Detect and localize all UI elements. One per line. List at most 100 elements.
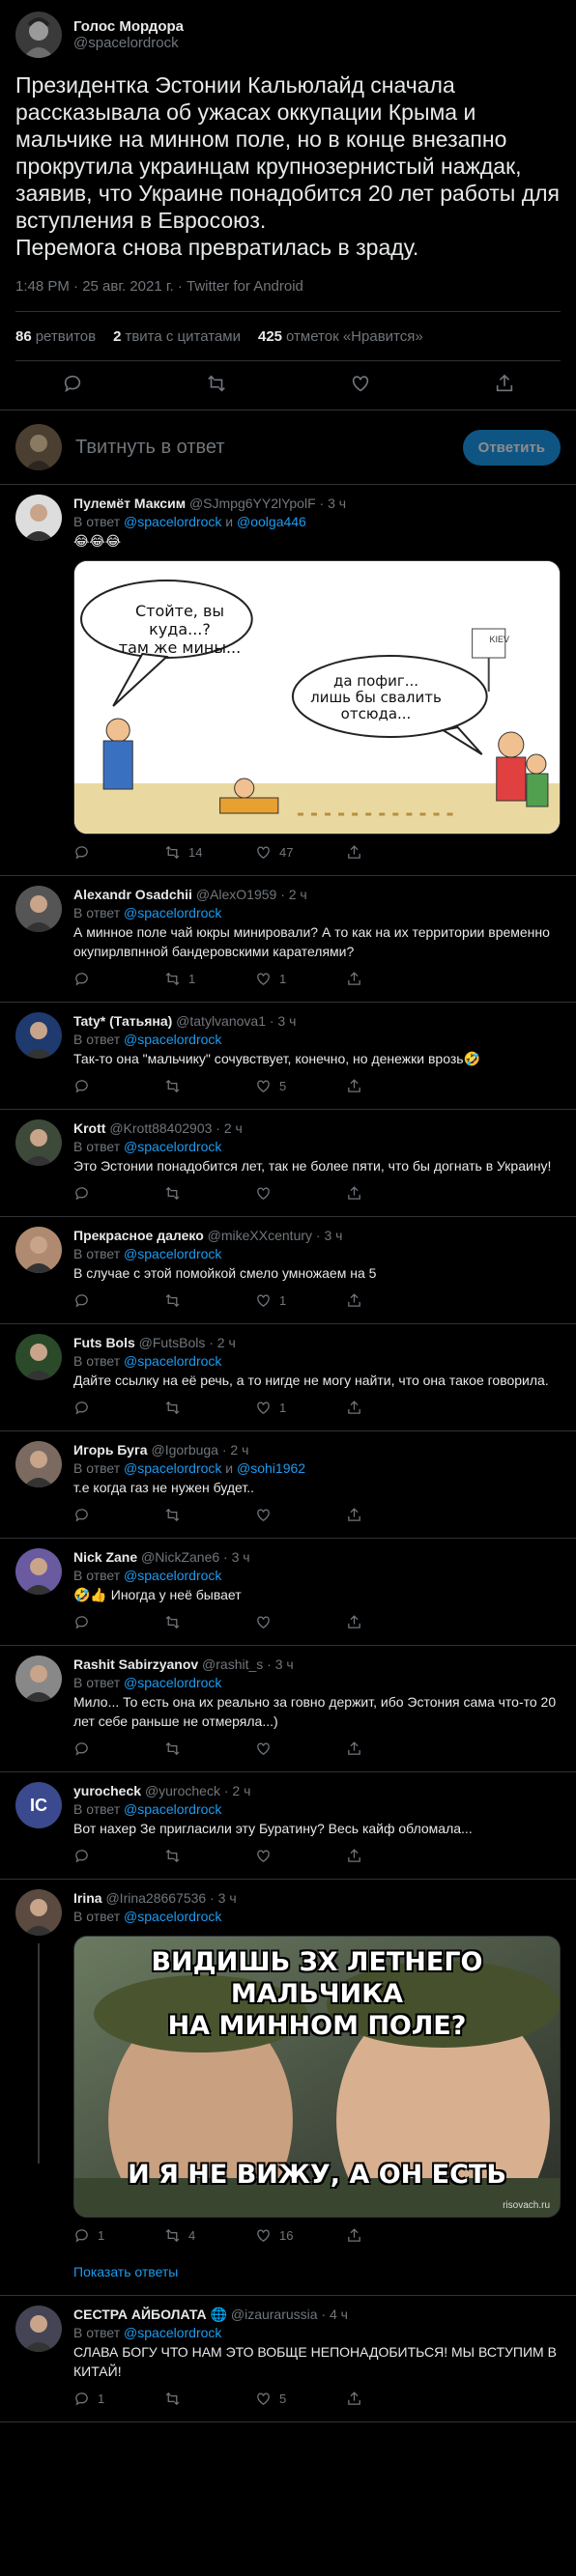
reply-to-link[interactable]: @spacelordrock (124, 1353, 221, 1369)
reply-author-name[interactable]: Rashit Sabirzyanov (73, 1656, 198, 1672)
reply-tweet[interactable]: Игорь Буга @Igorbuga · 2 ч В ответ @spac… (0, 1431, 576, 1538)
author-avatar[interactable] (15, 12, 62, 58)
reply-share-button[interactable] (346, 1848, 370, 1864)
reply-input[interactable]: Твитнуть в ответ (75, 437, 463, 459)
reply-to-link[interactable]: @spacelordrock (124, 1246, 221, 1261)
reply-tweet[interactable]: Krott @Krott88402903 · 2 ч В ответ @spac… (0, 1110, 576, 1216)
reply-avatar[interactable] (15, 1889, 62, 1936)
reply-reply-button[interactable] (73, 1292, 164, 1309)
reply-to-link[interactable]: @spacelordrock (124, 905, 221, 920)
reply-author-name[interactable]: Прекрасное далеко (73, 1228, 204, 1243)
reply-avatar[interactable] (15, 495, 62, 541)
reply-like-button[interactable]: 5 (255, 2391, 346, 2407)
reply-like-button[interactable] (255, 1507, 346, 1523)
reply-author-handle[interactable]: @Irina28667536 · 3 ч (105, 1890, 236, 1906)
reply-author-name[interactable]: СЕСТРА АЙБОЛАТА 🌐 (73, 2307, 227, 2322)
reply-to-link[interactable]: @spacelordrock (124, 1032, 221, 1047)
reply-to-link[interactable]: @spacelordrock (124, 1568, 221, 1583)
reply-retweet-button[interactable] (164, 1614, 255, 1630)
reply-avatar[interactable] (15, 1227, 62, 1273)
reply-reply-button[interactable] (73, 1614, 164, 1630)
reply-retweet-button[interactable] (164, 2391, 255, 2407)
reply-retweet-button[interactable] (164, 1400, 255, 1416)
reply-share-button[interactable] (346, 1614, 370, 1630)
reply-author-name[interactable]: Игорь Буга (73, 1442, 148, 1458)
reply-share-button[interactable] (346, 1507, 370, 1523)
author-handle[interactable]: @spacelordrock (73, 35, 184, 51)
reply-retweet-button[interactable]: 4 (164, 2227, 255, 2244)
reply-to-link[interactable]: @spacelordrock (124, 2325, 221, 2340)
reply-to-link[interactable]: @spacelordrock (124, 1909, 221, 1924)
reply-tweet[interactable]: СЕСТРА АЙБОЛАТА 🌐 @izaurarussia · 4 ч В … (0, 2296, 576, 2421)
reply-reply-button[interactable] (73, 1741, 164, 1757)
reply-to-link-2[interactable]: @oolga446 (237, 514, 306, 529)
like-icon[interactable] (350, 373, 371, 399)
reply-author-name[interactable]: Futs Bols (73, 1335, 135, 1350)
reply-like-button[interactable] (255, 1741, 346, 1757)
reply-to-link[interactable]: @spacelordrock (124, 1801, 221, 1817)
reply-author-handle[interactable]: @rashit_s · 3 ч (202, 1656, 294, 1672)
reply-author-handle[interactable]: @Igorbuga · 2 ч (151, 1442, 248, 1458)
likes-stat[interactable]: 425 отметок «Нравится» (258, 328, 423, 345)
reply-reply-button[interactable]: 1 (73, 2227, 164, 2244)
reply-like-button[interactable]: 5 (255, 1078, 346, 1094)
reply-like-button[interactable]: 16 (255, 2227, 346, 2244)
reply-tweet[interactable]: Прекрасное далеко @mikeXXcentury · 3 ч В… (0, 1217, 576, 1323)
reply-retweet-button[interactable]: 1 (164, 971, 255, 987)
reply-retweet-button[interactable] (164, 1507, 255, 1523)
reply-author-name[interactable]: Nick Zane (73, 1549, 137, 1565)
meme-image[interactable]: ВИДИШЬ ЗХ ЛЕТНЕГО МАЛЬЧИКА НА МИННОМ ПОЛ… (73, 1936, 561, 2218)
reply-reply-button[interactable] (73, 1848, 164, 1864)
reply-retweet-button[interactable] (164, 1848, 255, 1864)
reply-reply-button[interactable]: 1 (73, 2391, 164, 2407)
reply-retweet-button[interactable]: 14 (164, 844, 255, 861)
reply-tweet[interactable]: Alexandr Osadchii @AlexO1959 · 2 ч В отв… (0, 876, 576, 1002)
reply-tweet[interactable]: IC yurocheck @yurocheck · 2 ч В ответ @s… (0, 1772, 576, 1879)
reply-to-link[interactable]: @spacelordrock (124, 1139, 221, 1154)
reply-avatar[interactable]: IC (15, 1782, 62, 1828)
reply-like-button[interactable]: 1 (255, 1400, 346, 1416)
reply-button[interactable]: Ответить (462, 429, 561, 466)
reply-tweet[interactable]: Rashit Sabirzyanov @rashit_s · 3 ч В отв… (0, 1646, 576, 1771)
reply-reply-button[interactable] (73, 844, 164, 861)
reply-tweet[interactable]: Futs Bols @FutsBols · 2 ч В ответ @space… (0, 1324, 576, 1430)
reply-author-name[interactable]: yurocheck (73, 1783, 141, 1798)
reply-author-handle[interactable]: @AlexO1959 · 2 ч (196, 887, 307, 902)
share-icon[interactable] (494, 373, 515, 399)
author-name[interactable]: Голос Мордора (73, 18, 184, 35)
reply-share-button[interactable] (346, 844, 370, 861)
reply-to-link[interactable]: @spacelordrock (124, 1460, 221, 1476)
reply-like-button[interactable]: 1 (255, 971, 346, 987)
reply-avatar[interactable] (15, 886, 62, 932)
reply-author-name[interactable]: Alexandr Osadchii (73, 887, 192, 902)
reply-share-button[interactable] (346, 2227, 370, 2244)
quotes-stat[interactable]: 2 твита с цитатами (113, 328, 241, 345)
reply-share-button[interactable] (346, 1400, 370, 1416)
reply-author-name[interactable]: Krott (73, 1120, 105, 1136)
reply-to-link[interactable]: @spacelordrock (124, 1675, 221, 1690)
reply-avatar[interactable] (15, 1119, 62, 1166)
reply-tweet[interactable]: Taty* (Татьяна) @tatylvanova1 · 3 ч В от… (0, 1003, 576, 1109)
reply-reply-button[interactable] (73, 1078, 164, 1094)
reply-share-button[interactable] (346, 1185, 370, 1202)
reply-avatar[interactable] (15, 1441, 62, 1487)
reply-author-handle[interactable]: @yurocheck · 2 ч (145, 1783, 250, 1798)
reply-reply-button[interactable] (73, 1185, 164, 1202)
reply-share-button[interactable] (346, 2391, 370, 2407)
reply-to-link[interactable]: @spacelordrock (124, 514, 221, 529)
reply-retweet-button[interactable] (164, 1741, 255, 1757)
reply-avatar[interactable] (15, 1012, 62, 1059)
reply-author-name[interactable]: Пулемёт Максим (73, 495, 186, 511)
reply-author-handle[interactable]: @Krott88402903 · 2 ч (109, 1120, 242, 1136)
reply-like-button[interactable] (255, 1848, 346, 1864)
comic-image[interactable]: Стойте, вы куда...? там же мины... да поф… (73, 560, 561, 835)
reply-avatar[interactable] (15, 2306, 62, 2352)
reply-tweet[interactable]: Irina @Irina28667536 · 3 ч В ответ @spac… (0, 1880, 576, 2258)
reply-avatar[interactable] (15, 1548, 62, 1595)
reply-author-handle[interactable]: @NickZane6 · 3 ч (141, 1549, 250, 1565)
retweets-stat[interactable]: 86 ретвитов (15, 328, 96, 345)
reply-author-name[interactable]: Irina (73, 1890, 102, 1906)
reply-share-button[interactable] (346, 1078, 370, 1094)
reply-author-handle[interactable]: @SJmpg6YY2lYpolF · 3 ч (189, 495, 346, 511)
reply-tweet[interactable]: Пулемёт Максим @SJmpg6YY2lYpolF · 3 ч В … (0, 485, 576, 875)
